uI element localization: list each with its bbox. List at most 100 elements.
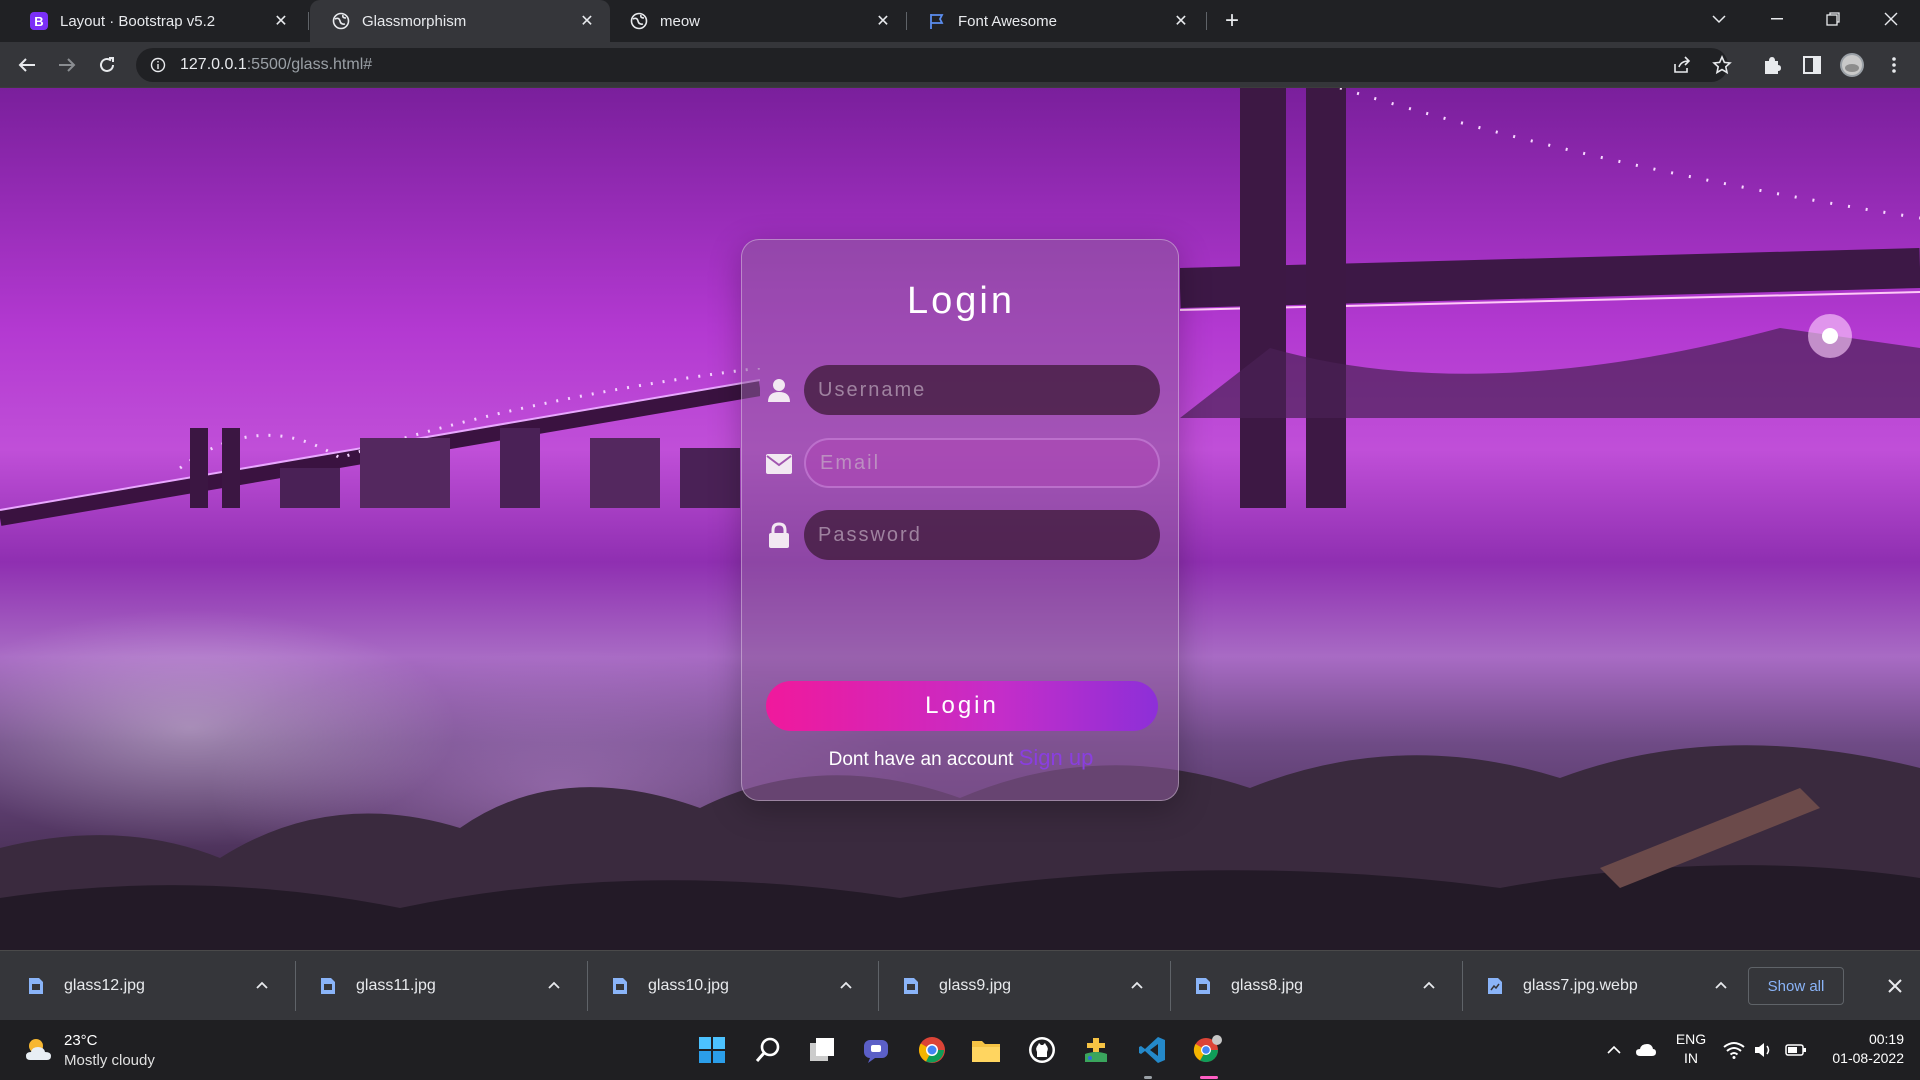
tab-bootstrap[interactable]: B Layout · Bootstrap v5.2 ✕ [8, 0, 304, 42]
browser-toolbar: 127.0.0.1:5500/glass.html# [0, 42, 1920, 88]
download-filename: glass8.jpg [1231, 977, 1304, 994]
github-icon[interactable] [1022, 1030, 1062, 1070]
wifi-icon[interactable] [1722, 1038, 1746, 1062]
download-item[interactable]: glass11.jpg [292, 951, 582, 1021]
share-icon[interactable] [1668, 51, 1696, 79]
bookmark-star-icon[interactable] [1708, 51, 1736, 79]
address-bar[interactable]: 127.0.0.1:5500/glass.html# [136, 48, 1728, 82]
background-bridge-left [0, 368, 760, 526]
background-bridge-right [1180, 88, 1920, 508]
download-item[interactable]: glass12.jpg [0, 951, 290, 1021]
kebab-menu-icon[interactable] [1880, 51, 1908, 79]
email-input[interactable] [804, 438, 1160, 488]
volume-icon[interactable] [1752, 1038, 1776, 1062]
download-item[interactable]: glass9.jpg [875, 951, 1165, 1021]
show-all-button[interactable]: Show all [1748, 967, 1844, 1005]
tab-title: meow [660, 12, 701, 30]
chevron-up-icon[interactable] [546, 977, 562, 993]
globe-icon [332, 12, 350, 30]
weather-temperature: 23°C [64, 1032, 98, 1049]
page-viewport: Login Login Dont have an account Sign up [0, 88, 1920, 950]
file-explorer-icon[interactable] [966, 1030, 1006, 1070]
open-app-indicator [1144, 1076, 1152, 1079]
download-item[interactable]: glass7.jpg.webp [1459, 951, 1749, 1021]
download-item[interactable]: glass8.jpg [1167, 951, 1457, 1021]
chevron-up-icon[interactable] [838, 977, 854, 993]
flag-icon [928, 12, 946, 30]
info-icon[interactable] [150, 57, 166, 73]
search-icon[interactable] [748, 1030, 788, 1070]
restore-icon[interactable] [1806, 0, 1860, 38]
download-item[interactable]: glass10.jpg [584, 951, 874, 1021]
profile-avatar[interactable] [1838, 51, 1866, 79]
active-app-indicator [1200, 1076, 1218, 1079]
tab-title: Glassmorphism [362, 12, 467, 30]
download-filename: glass12.jpg [64, 977, 145, 994]
download-filename: glass11.jpg [356, 977, 436, 994]
task-view-icon[interactable] [802, 1030, 842, 1070]
password-input[interactable] [804, 510, 1160, 560]
bootstrap-icon: B [30, 12, 48, 30]
clock-date: 01-08-2022 [1832, 1050, 1904, 1066]
tab-strip: B Layout · Bootstrap v5.2 ✕ Glassmorphis… [0, 0, 1920, 42]
lock-icon [766, 522, 792, 548]
language-region: IN [1684, 1050, 1698, 1066]
download-filename: glass7.jpg.webp [1523, 977, 1638, 994]
new-tab-plus-icon[interactable]: + [1218, 7, 1246, 35]
download-filename: glass9.jpg [939, 977, 1012, 994]
side-panel-icon[interactable] [1798, 51, 1826, 79]
forward-arrow-icon[interactable] [52, 50, 82, 80]
minimize-icon[interactable] [1750, 0, 1804, 38]
close-window-icon[interactable] [1864, 0, 1918, 38]
close-icon[interactable]: ✕ [578, 12, 596, 30]
teams-chat-icon[interactable] [856, 1030, 896, 1070]
login-title: Login [907, 280, 1015, 322]
windows-start-icon[interactable] [692, 1030, 732, 1070]
no-account-text: Dont have an account [828, 749, 1014, 770]
close-downloads-icon[interactable] [1884, 975, 1906, 997]
weather-cloud-sun-icon[interactable] [24, 1036, 54, 1064]
back-arrow-icon[interactable] [12, 50, 42, 80]
close-icon[interactable]: ✕ [1172, 12, 1190, 30]
signup-link[interactable]: Sign up [1019, 745, 1094, 770]
tab-meow[interactable]: meow ✕ [608, 0, 906, 42]
chrome-icon[interactable] [912, 1030, 952, 1070]
download-filename: glass10.jpg [648, 977, 729, 994]
downloads-bar: glass12.jpg glass11.jpg glass10.jpg glas… [0, 950, 1920, 1020]
reload-icon[interactable] [92, 50, 122, 80]
onedrive-cloud-icon[interactable] [1634, 1038, 1658, 1062]
tray-chevron-up-icon[interactable] [1602, 1038, 1626, 1062]
tab-title: Font Awesome [958, 12, 1057, 30]
chevron-up-icon[interactable] [1129, 977, 1145, 993]
file-icon [904, 978, 918, 994]
language-indicator[interactable]: ENG IN [1674, 1030, 1708, 1068]
extensions-puzzle-icon[interactable] [1758, 51, 1786, 79]
tab-divider [1206, 12, 1207, 30]
vscode-icon[interactable] [1132, 1030, 1172, 1070]
language-code: ENG [1675, 1031, 1707, 1047]
svg-text:B: B [34, 14, 43, 29]
tab-font-awesome[interactable]: Font Awesome ✕ [906, 0, 1204, 42]
username-input[interactable] [804, 365, 1160, 415]
user-icon [766, 377, 792, 403]
url-host: 127.0.0.1 [180, 56, 247, 73]
tab-search-chevron-icon[interactable] [1692, 0, 1746, 38]
chevron-up-icon[interactable] [1713, 977, 1729, 993]
windows-taskbar: 23°C Mostly cloudy ENG IN 00:19 01-08-20… [0, 1020, 1920, 1080]
close-icon[interactable]: ✕ [272, 12, 290, 30]
tab-divider [308, 12, 309, 30]
chevron-up-icon[interactable] [1421, 977, 1437, 993]
login-button[interactable]: Login [766, 681, 1158, 731]
file-icon [613, 978, 627, 994]
battery-icon[interactable] [1784, 1038, 1808, 1062]
chrome-profile-icon[interactable] [1188, 1030, 1228, 1070]
clock[interactable]: 00:19 01-08-2022 [1818, 1030, 1904, 1068]
chevron-up-icon[interactable] [254, 977, 270, 993]
signup-prompt: Dont have an account Sign up [742, 745, 1180, 771]
close-icon[interactable]: ✕ [874, 12, 892, 30]
login-card: Login Login Dont have an account Sign up [741, 239, 1179, 801]
game-app-icon[interactable] [1076, 1030, 1116, 1070]
url-path: :5500/glass.html# [246, 56, 373, 73]
tab-glassmorphism[interactable]: Glassmorphism ✕ [310, 0, 610, 42]
image-file-icon [1488, 978, 1502, 994]
